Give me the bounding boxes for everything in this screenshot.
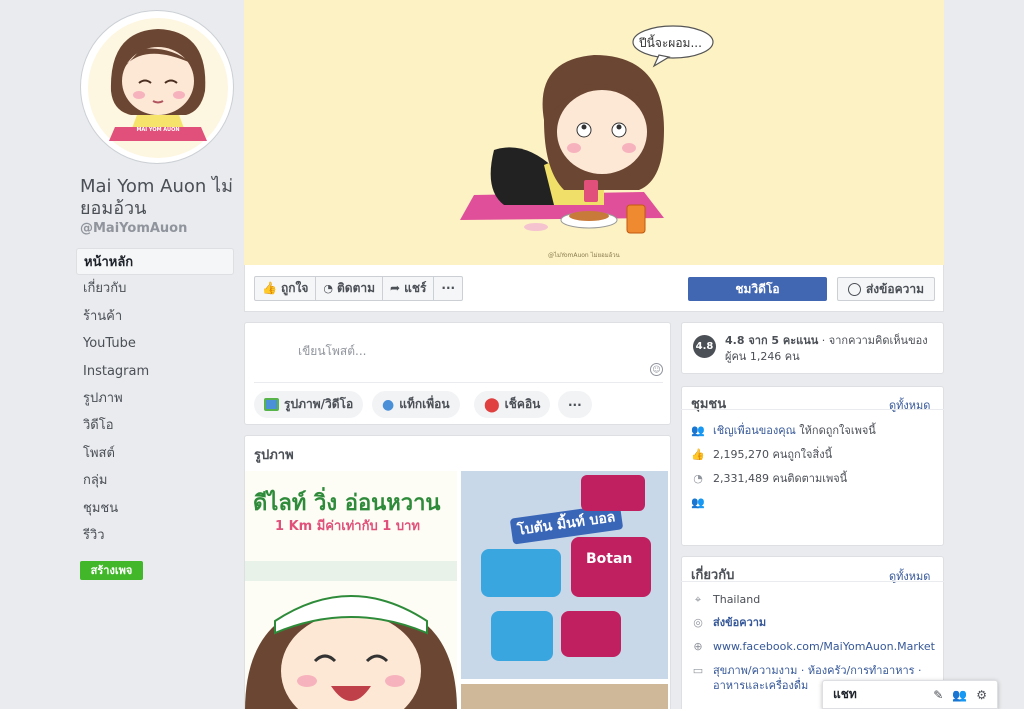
- send-message-label: ส่งข้อความ: [865, 281, 924, 296]
- chat-bar[interactable]: แชท ✎ 👥 ⚙: [822, 680, 998, 709]
- profile-illustration: [88, 18, 228, 158]
- watch-video-button[interactable]: ชมวิดีโอ: [688, 277, 827, 301]
- likes-count: 2,195,270 คนถูกใจสิ่งนี้: [713, 448, 833, 461]
- location-pin-icon: ⌖: [694, 593, 702, 606]
- check-in-button[interactable]: ⬤ เช็คอิน: [474, 391, 551, 418]
- nav-item-reviews[interactable]: รีวิว: [76, 522, 234, 549]
- page-actions: 👍 ถูกใจ ◔ ติดตาม ➦ แชร์ ···: [254, 276, 464, 301]
- thumbs-up-icon: 👍: [262, 281, 277, 295]
- people-icon: 👥: [691, 424, 705, 437]
- like-label: ถูกใจ: [280, 281, 309, 295]
- friends-icon: 👥: [691, 496, 705, 509]
- post-input[interactable]: เขียนโพสต์...: [298, 342, 366, 361]
- like-button[interactable]: 👍 ถูกใจ: [255, 277, 317, 300]
- invite-text: ให้กดถูกใจเพจนี้: [795, 424, 876, 437]
- follows-row: ◔ 2,331,489 คนติดตามเพจนี้: [691, 471, 936, 486]
- rating-badge: 4.8: [693, 335, 716, 358]
- more-button[interactable]: ···: [434, 277, 462, 300]
- about-message-link[interactable]: ส่งข้อความ: [713, 615, 766, 630]
- thumbs-up-icon: 👍: [691, 448, 705, 461]
- nav-item-groups[interactable]: กลุ่ม: [76, 467, 234, 494]
- page-title: Mai Yom Auon ไม่ยอมอ้วน: [80, 176, 233, 219]
- rss-icon: ◔: [323, 282, 333, 295]
- invite-friends-link[interactable]: เชิญเพื่อนของคุณ: [713, 424, 796, 437]
- tag-people-icon: ●: [382, 396, 395, 413]
- emoji-icon[interactable]: ☺: [650, 363, 663, 376]
- divider: [681, 409, 944, 410]
- nav-item-videos[interactable]: วิดีโอ: [76, 412, 234, 439]
- photo-video-label: รูปภาพ/วิดีโอ: [284, 397, 354, 411]
- messenger-icon: [847, 282, 861, 296]
- create-page-button[interactable]: สร้างเพจ: [80, 561, 143, 580]
- nav-item-youtube[interactable]: YouTube: [76, 330, 234, 357]
- website-link[interactable]: www.facebook.com/MaiYomAuon.Market: [713, 639, 935, 654]
- nav-item-about[interactable]: เกี่ยวกับ: [76, 275, 234, 302]
- composer-divider: [254, 382, 663, 383]
- tag-friends-button[interactable]: ● แท็กเพื่อน: [372, 391, 460, 418]
- photos-title[interactable]: รูปภาพ: [254, 444, 294, 465]
- share-label: แชร์: [404, 281, 427, 295]
- nav-item-photos[interactable]: รูปภาพ: [76, 385, 234, 412]
- page-handle[interactable]: @MaiYomAuon: [80, 221, 187, 236]
- location-pin-icon: ⬤: [484, 396, 500, 413]
- photo-thumbnail[interactable]: โบตัน มิ้นท์ บอล Botan: [461, 471, 668, 679]
- divider: [681, 581, 944, 582]
- share-button[interactable]: ➦ แชร์: [383, 277, 435, 300]
- page-nav: หน้าหลัก เกี่ยวกับ ร้านค้า YouTube Insta…: [76, 248, 234, 549]
- chat-label: แชท: [833, 687, 857, 701]
- new-group-icon[interactable]: 👥: [952, 688, 967, 702]
- messenger-icon: ◎: [693, 616, 703, 629]
- runner-illustration: [245, 561, 457, 709]
- cover-illustration: [460, 25, 714, 234]
- photo-thumbnail[interactable]: ดีไลท์ วิ่ง อ่อนหวาน 1 Km มีค่าเท่ากับ 1…: [245, 471, 457, 709]
- nav-item-instagram[interactable]: Instagram: [76, 358, 234, 385]
- community-title[interactable]: ชุมชน: [691, 393, 726, 414]
- globe-icon: ⊕: [693, 640, 703, 653]
- about-see-all-link[interactable]: ดูทั้งหมด: [889, 567, 930, 585]
- friends-row: 👥: [691, 495, 936, 510]
- photo-video-button[interactable]: รูปภาพ/วิดีโอ: [254, 391, 364, 418]
- rss-icon: ◔: [693, 472, 703, 485]
- nav-item-shop[interactable]: ร้านค้า: [76, 303, 234, 330]
- gear-icon[interactable]: ⚙: [976, 688, 987, 702]
- share-icon: ➦: [390, 281, 401, 295]
- community-see-all-link[interactable]: ดูทั้งหมด: [889, 396, 930, 414]
- follow-label: ติดตาม: [336, 281, 376, 295]
- location-row: ⌖ Thailand: [691, 592, 936, 607]
- cover-caption: @ไม่YomAuon ไม่ยอมอ้วน: [548, 252, 620, 259]
- message-row: ◎ ส่งข้อความ: [691, 615, 936, 630]
- nav-item-community[interactable]: ชุมชน: [76, 495, 234, 522]
- photo-brand: Botan: [586, 551, 633, 567]
- location-text: Thailand: [713, 593, 761, 606]
- likes-row: 👍 2,195,270 คนถูกใจสิ่งนี้: [691, 447, 936, 462]
- photo-icon: [264, 398, 279, 411]
- rating-summary: 4.8 จาก 5 คะแนน: [725, 334, 819, 347]
- send-message-button[interactable]: ส่งข้อความ: [837, 277, 935, 301]
- speech-bubble-text: ปีนี้จะผอม...: [639, 36, 702, 50]
- rating-text[interactable]: 4.8 จาก 5 คะแนน · จากความคิดเห็นของผู้คน…: [725, 333, 935, 365]
- cover-photo[interactable]: ปีนี้จะผอม...: [244, 0, 944, 265]
- composer-more-button[interactable]: ···: [558, 391, 592, 418]
- compose-icon[interactable]: ✎: [933, 688, 943, 702]
- photo-subheadline: 1 Km มีค่าเท่ากับ 1 บาท: [275, 519, 420, 534]
- folder-icon: ▭: [692, 664, 704, 677]
- logo-text: MAI YOM AUON: [136, 127, 180, 133]
- check-in-label: เช็คอิน: [504, 397, 541, 411]
- profile-picture[interactable]: MAI YOM AUON: [80, 10, 234, 164]
- photo-thumbnail[interactable]: [461, 684, 668, 709]
- tag-friends-label: แท็กเพื่อน: [399, 397, 450, 411]
- nav-item-posts[interactable]: โพสต์: [76, 440, 234, 467]
- nav-item-home[interactable]: หน้าหลัก: [76, 248, 234, 276]
- website-row: ⊕ www.facebook.com/MaiYomAuon.Market: [691, 639, 936, 654]
- follows-count: 2,331,489 คนติดตามเพจนี้: [713, 472, 848, 485]
- invite-row: 👥 เชิญเพื่อนของคุณ ให้กดถูกใจเพจนี้: [691, 423, 936, 438]
- follow-button[interactable]: ◔ ติดตาม: [316, 277, 384, 300]
